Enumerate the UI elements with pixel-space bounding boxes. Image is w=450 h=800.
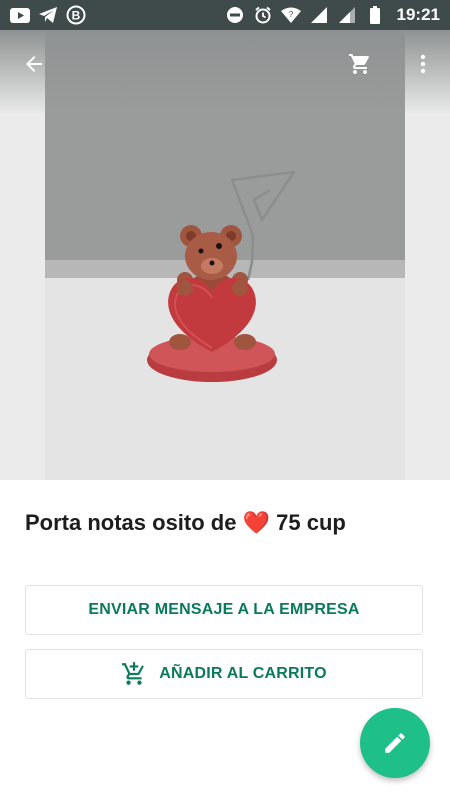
add-to-cart-button[interactable]: AÑADIR AL CARRITO — [25, 649, 423, 699]
cart-plus-icon — [121, 661, 147, 687]
svg-text:?: ? — [288, 10, 293, 19]
svg-text:B: B — [72, 9, 81, 23]
status-bar: B ? 19:21 — [0, 0, 450, 30]
heart-emoji: ❤️ — [242, 510, 271, 535]
app-bar — [0, 30, 450, 102]
pencil-icon — [382, 730, 408, 756]
product-image[interactable] — [0, 30, 450, 480]
signal-icon — [309, 5, 329, 25]
more-vert-icon[interactable] — [403, 44, 443, 84]
telegram-icon — [38, 5, 58, 25]
send-message-button[interactable]: ENVIAR MENSAJE A LA EMPRESA — [25, 585, 423, 635]
cart-icon[interactable] — [340, 44, 380, 84]
battery-icon — [365, 5, 385, 25]
b-circle-icon: B — [66, 5, 86, 25]
clock-time: 19:21 — [396, 5, 440, 24]
youtube-icon — [10, 5, 30, 25]
signal-icon — [337, 5, 357, 25]
alarm-icon — [253, 5, 273, 25]
send-message-label: ENVIAR MENSAJE A LA EMPRESA — [88, 601, 360, 618]
wifi-icon: ? — [280, 5, 301, 25]
arrow-left-icon[interactable] — [14, 44, 54, 84]
edit-fab-button[interactable] — [360, 708, 430, 778]
product-name: Porta notas osito de — [25, 510, 237, 535]
product-title: Porta notas osito de ❤️ 75 cup — [25, 508, 425, 538]
add-to-cart-label: AÑADIR AL CARRITO — [159, 665, 327, 682]
do-not-disturb-icon — [225, 5, 245, 25]
product-price: 75 cup — [276, 510, 346, 535]
